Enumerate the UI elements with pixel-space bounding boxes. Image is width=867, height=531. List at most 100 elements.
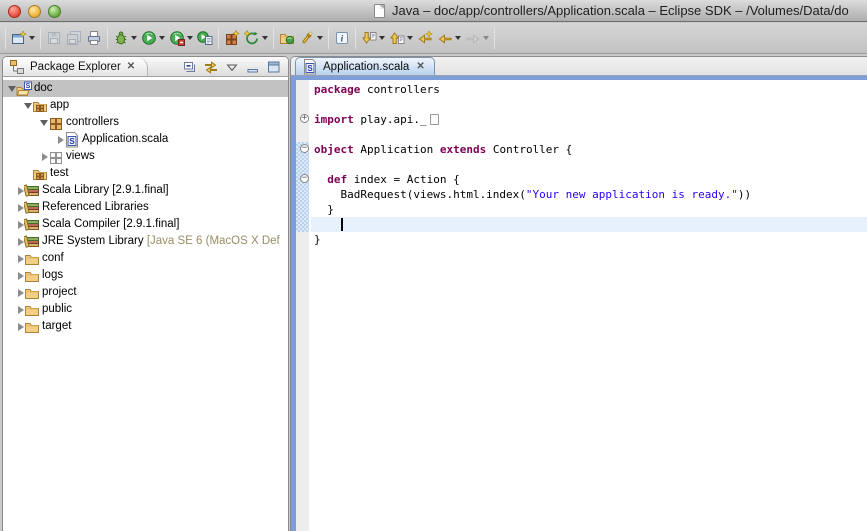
project-tree: SdocappcontrollersSApplication.scalaview…	[3, 78, 288, 531]
code-line[interactable]	[311, 157, 867, 172]
collapse-all-button[interactable]	[182, 59, 198, 75]
code-line[interactable]	[311, 127, 867, 142]
info-button[interactable]: i	[332, 26, 352, 50]
text-editor[interactable]: package controllers import play.api._obje…	[291, 80, 867, 531]
tree-item-public[interactable]: public	[3, 301, 288, 318]
tree-item-views[interactable]: views	[3, 148, 288, 165]
tab-application-scala[interactable]: S Application.scala ✕	[295, 57, 435, 75]
fold-collapse-icon[interactable]: −	[300, 144, 309, 153]
code-line[interactable]: def index = Action {	[311, 172, 867, 187]
folded-region-icon[interactable]	[430, 114, 439, 125]
toolbar-group: i	[332, 26, 352, 50]
dropdown-arrow-icon[interactable]	[29, 36, 35, 40]
tree-item-label: doc	[34, 82, 53, 94]
close-view-icon[interactable]: ✕	[127, 62, 135, 72]
close-tab-icon[interactable]: ✕	[416, 62, 424, 72]
previous-annotation-button[interactable]	[387, 26, 415, 50]
next-annotation-button[interactable]	[359, 26, 387, 50]
view-menu-button[interactable]	[224, 59, 240, 75]
code-token: BadRequest(views.html.index(	[314, 188, 526, 201]
code-token	[314, 218, 341, 231]
tree-item-label: Referenced Libraries	[42, 201, 149, 213]
dropdown-arrow-icon[interactable]	[159, 36, 165, 40]
code-line[interactable]	[311, 97, 867, 112]
svg-text:S: S	[26, 83, 31, 90]
code-token: ))	[738, 188, 751, 201]
new-refresh-button[interactable]	[242, 26, 270, 50]
zoom-button[interactable]	[48, 5, 61, 18]
main-toolbar: i	[0, 23, 867, 54]
tree-item-label: target	[42, 320, 71, 332]
scala-file-icon: S	[302, 59, 318, 75]
new-package-button[interactable]	[222, 26, 242, 50]
tree-item-app[interactable]: app	[3, 97, 288, 114]
last-edit-location-button[interactable]	[415, 26, 435, 50]
dropdown-arrow-icon[interactable]	[407, 36, 413, 40]
tree-item-decorator: [Java SE 6 (MacOS X Def	[147, 235, 280, 247]
new-wizard-button[interactable]	[9, 26, 37, 50]
tree-item-scala-compiler-2.9.1.final-[interactable]: Scala Compiler [2.9.1.final]	[3, 216, 288, 233]
save-all-button	[64, 26, 84, 50]
code-line[interactable]	[311, 217, 867, 232]
minimize-view-button[interactable]	[245, 59, 261, 75]
open-type-button[interactable]	[277, 26, 297, 50]
print-button[interactable]	[84, 26, 104, 50]
toolbar-separator	[40, 27, 41, 49]
code-token: }	[314, 233, 321, 246]
tree-item-doc[interactable]: Sdoc	[3, 80, 288, 97]
run-button[interactable]	[139, 26, 167, 50]
code-token: }	[314, 203, 334, 216]
toolbar-group	[359, 26, 491, 50]
code-line[interactable]: BadRequest(views.html.index("Your new ap…	[311, 187, 867, 202]
fold-collapse-icon[interactable]: −	[300, 174, 309, 183]
close-button[interactable]	[8, 5, 21, 18]
tree-item-project[interactable]: project	[3, 284, 288, 301]
tree-item-label: Application.scala	[82, 133, 168, 145]
dropdown-arrow-icon[interactable]	[187, 36, 193, 40]
debug-button[interactable]	[111, 26, 139, 50]
tree-item-jre-system-library[interactable]: JRE System Library [Java SE 6 (MacOS X D…	[3, 233, 288, 250]
code-text[interactable]: package controllers import play.api._obje…	[311, 82, 867, 247]
dropdown-arrow-icon[interactable]	[379, 36, 385, 40]
tab-package-explorer[interactable]: Package Explorer ✕	[3, 57, 148, 76]
tree-item-referenced-libraries[interactable]: Referenced Libraries	[3, 199, 288, 216]
run-history-button[interactable]	[167, 26, 195, 50]
search-button[interactable]	[297, 26, 325, 50]
tree-item-controllers[interactable]: controllers	[3, 114, 288, 131]
tree-item-logs[interactable]: logs	[3, 267, 288, 284]
dropdown-arrow-icon[interactable]	[262, 36, 268, 40]
tree-item-label: JRE System Library [Java SE 6 (MacOS X D…	[42, 235, 280, 247]
link-with-editor-button[interactable]	[203, 59, 219, 75]
code-line[interactable]: }	[311, 232, 867, 247]
dropdown-arrow-icon[interactable]	[483, 36, 489, 40]
dropdown-arrow-icon[interactable]	[317, 36, 323, 40]
tree-item-target[interactable]: target	[3, 318, 288, 335]
back-button[interactable]	[435, 26, 463, 50]
code-token: controllers	[360, 83, 439, 96]
forward-button	[463, 26, 491, 50]
code-line[interactable]: object Application extends Controller {	[311, 142, 867, 157]
code-line[interactable]: import play.api._	[311, 112, 867, 127]
external-tools-button[interactable]	[195, 26, 215, 50]
toolbar-group	[222, 26, 270, 50]
code-line[interactable]: package controllers	[311, 82, 867, 97]
toolbar-group	[9, 26, 37, 50]
tree-item-test[interactable]: test	[3, 165, 288, 182]
dropdown-arrow-icon[interactable]	[131, 36, 137, 40]
toolbar-separator	[5, 27, 6, 49]
text-caret	[341, 218, 343, 231]
svg-text:S: S	[307, 63, 313, 72]
package-explorer-view: Package Explorer ✕ SdocappcontrollersSAp…	[2, 56, 289, 531]
keyword-token: import	[314, 113, 354, 126]
minimize-button[interactable]	[28, 5, 41, 18]
keyword-token: extends	[440, 143, 486, 156]
dropdown-arrow-icon[interactable]	[455, 36, 461, 40]
maximize-view-button[interactable]	[266, 59, 282, 75]
tree-item-conf[interactable]: conf	[3, 250, 288, 267]
keyword-token: package	[314, 83, 360, 96]
tree-item-application.scala[interactable]: SApplication.scala	[3, 131, 288, 148]
fold-expand-icon[interactable]: +	[300, 114, 309, 123]
tree-item-scala-library-2.9.1.final-[interactable]: Scala Library [2.9.1.final]	[3, 182, 288, 199]
code-line[interactable]: }	[311, 202, 867, 217]
string-token: "Your new application is ready."	[526, 188, 738, 201]
